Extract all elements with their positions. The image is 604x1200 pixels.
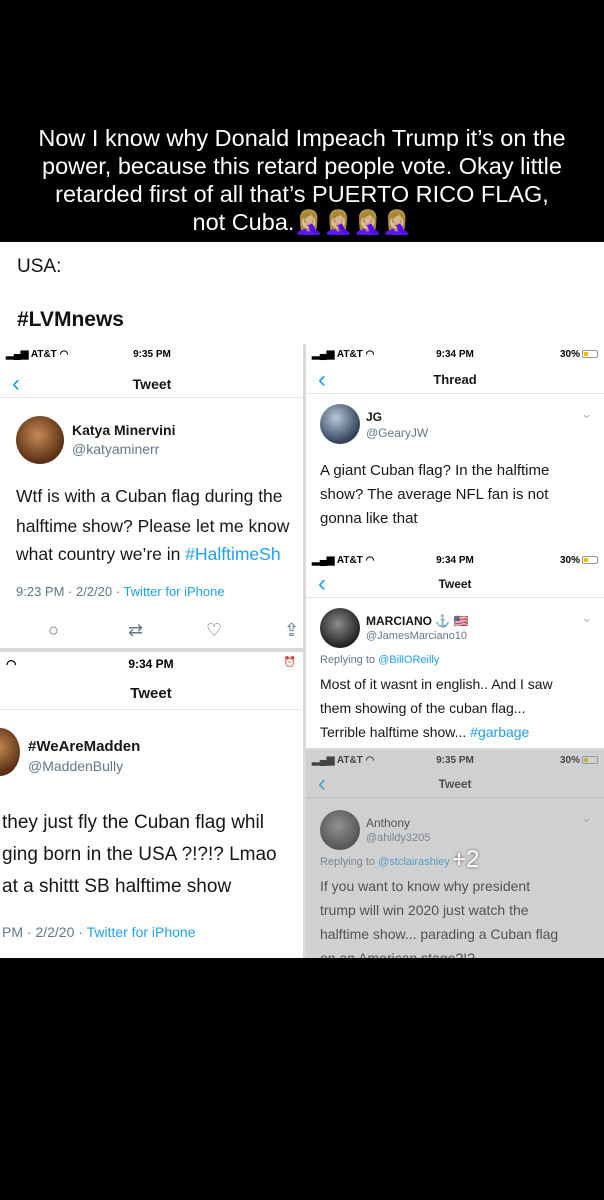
caption-text: Now I know why Donald Impeach Trump it’s… [0, 124, 604, 236]
author-name[interactable]: #WeAreMadden [28, 738, 140, 755]
avatar[interactable] [16, 416, 64, 464]
tweet-text-line-1: they just fly the Cuban flag whil [2, 812, 264, 833]
battery-icon [582, 556, 598, 565]
chevron-down-icon[interactable]: ⌄ [581, 610, 592, 626]
caption-line-2: power, because this retard people vote. … [42, 153, 562, 179]
tweet-text-line-3-text: Terrible halftime show... [320, 724, 471, 740]
replying-to-link[interactable]: @BillOReilly [378, 654, 439, 666]
status-bar: ▂▄▆ AT&T ◠ 9:34 PM 30% [306, 550, 604, 572]
tweet-text-line-3: what country we’re in #HalftimeSh [16, 544, 281, 565]
tweet-text-line-3-text: what country we’re in [16, 544, 186, 564]
status-bar: ▂▄▆ AT&T ◠ 9:35 PM [0, 344, 304, 366]
tweet-text-line-2: ging born in the USA ?!?!? Lmao [2, 844, 277, 865]
news-hashtag: #LVMnews [17, 308, 124, 331]
author-handle[interactable]: @katyaminerr [72, 441, 159, 457]
navbar-title: Tweet [438, 577, 472, 591]
author-handle[interactable]: @GearyJW [366, 426, 428, 440]
chevron-down-icon[interactable]: ⌄ [581, 406, 592, 422]
replying-prefix: Replying to [320, 654, 379, 666]
navbar-title: Thread [433, 372, 477, 387]
vertical-divider [303, 344, 306, 958]
tweet-panel-madden: ◠ 9:34 PM ⏰ Tweet #WeAreMadden @MaddenBu… [0, 652, 302, 958]
tweet-navbar: ‹ Tweet [306, 570, 604, 598]
battery-percent: 30% [559, 555, 580, 566]
tweet-text-line-1: Most of it wasnt in english.. And I saw [320, 676, 553, 692]
tweet-text-line-1: Wtf is with a Cuban flag during the [16, 486, 283, 506]
country-label: USA: [17, 256, 62, 277]
caption-line-4: not Cuba.🤦🏼‍♀️🤦🏼‍♀️🤦🏼‍♀️🤦🏼‍♀️ [0, 208, 604, 236]
replying-to: Replying to @BillOReilly [320, 654, 439, 666]
horizontal-divider-right [306, 748, 604, 750]
tweet-text-line-2: halftime show? Please let me know [16, 516, 290, 536]
author-handle[interactable]: @MaddenBully [28, 758, 123, 774]
tweet-panel-katya: ▂▄▆ AT&T ◠ 9:35 PM ‹ Tweet Katya Minervi… [0, 344, 304, 650]
more-count: +2 [452, 846, 480, 873]
tweet-navbar: Tweet [0, 680, 302, 710]
facepalm-emoji-icon: 🤦🏼‍♀️🤦🏼‍♀️🤦🏼‍♀️🤦🏼‍♀️ [294, 209, 412, 235]
caption-line-4-text: not Cuba. [192, 209, 295, 235]
tweet-text-line-3: Terrible halftime show... #garbage [320, 724, 529, 740]
screenshot-collage: USA: #LVMnews ▂▄▆ AT&T ◠ 9:35 PM ‹ Tweet… [0, 242, 604, 958]
author-name[interactable]: MARCIANO ⚓ 🇺🇸 [366, 614, 469, 628]
avatar[interactable] [320, 608, 360, 648]
tweet-panel-marciano: ▂▄▆ AT&T ◠ 9:34 PM 30% ‹ Tweet MARCIANO … [306, 550, 604, 748]
tweet-text-line-3: gonna like that [320, 510, 418, 527]
avatar[interactable] [320, 404, 360, 444]
author-name[interactable]: JG [366, 410, 382, 424]
tweet-timestamp: PM · 2/2/20 · [2, 924, 87, 940]
battery-percent: 30% [559, 349, 580, 360]
tweet-text-line-2: show? The average NFL fan is not [320, 486, 549, 503]
caption-line-1: Now I know why Donald Impeach Trump it’s… [38, 125, 566, 151]
avatar[interactable] [0, 728, 20, 776]
navbar-title: Tweet [130, 685, 172, 702]
horizontal-divider-left [0, 648, 303, 652]
author-handle[interactable]: @JamesMarciano10 [366, 630, 467, 642]
status-bar: ◠ 9:34 PM ⏰ [0, 652, 302, 674]
hashtag-link[interactable]: #HalftimeSh [185, 544, 280, 564]
alarm-icon: ⏰ [283, 657, 296, 668]
reply-icon[interactable]: ○ [48, 620, 59, 641]
navbar-title: Tweet [132, 376, 172, 392]
tweet-navbar: ‹ Tweet [0, 370, 304, 398]
status-time: 9:35 PM [133, 349, 171, 360]
tweet-text-line-2: them showing of the cuban flag... [320, 700, 526, 716]
tweet-meta: 9:23 PM · 2/2/20 · Twitter for iPhone [16, 584, 225, 599]
share-icon[interactable]: ⇪ [284, 620, 299, 641]
author-name[interactable]: Katya Minervini [72, 422, 175, 438]
battery-indicator: 30% [560, 555, 598, 566]
tweet-panel-anthony: ▂▄▆ AT&T ◠ 9:35 PM 30% ‹ Tweet Anthony @… [306, 750, 604, 958]
tweet-actions: ○ ⇄ ♡ ⇪ [0, 620, 304, 644]
tweet-timestamp: 9:23 PM · 2/2/20 · [16, 584, 124, 599]
tweet-text-line-3: at a shittt SB halftime show [2, 876, 232, 897]
caption-line-3: retarded first of all that’s PUERTO RICO… [55, 181, 549, 207]
tweet-meta: PM · 2/2/20 · Twitter for iPhone [2, 924, 196, 940]
thread-navbar: ‹ Thread [306, 366, 604, 394]
retweet-icon[interactable]: ⇄ [128, 620, 143, 641]
collage-header: USA: #LVMnews [0, 242, 604, 344]
tweet-panel-jg: ▂▄▆ AT&T ◠ 9:34 PM 30% ‹ Thread JG @Gear… [306, 344, 604, 550]
tweet-source-link[interactable]: Twitter for iPhone [123, 584, 224, 599]
status-bar: ▂▄▆ AT&T ◠ 9:34 PM 30% [306, 344, 604, 366]
like-icon[interactable]: ♡ [206, 620, 222, 641]
battery-icon [582, 350, 598, 359]
tweet-source-link[interactable]: Twitter for iPhone [87, 924, 196, 940]
hashtag-link[interactable]: #garbage [470, 724, 529, 740]
battery-indicator: 30% [560, 349, 598, 360]
status-time: 9:34 PM [128, 657, 174, 671]
tweet-text-line-1: A giant Cuban flag? In the halftime [320, 462, 550, 479]
